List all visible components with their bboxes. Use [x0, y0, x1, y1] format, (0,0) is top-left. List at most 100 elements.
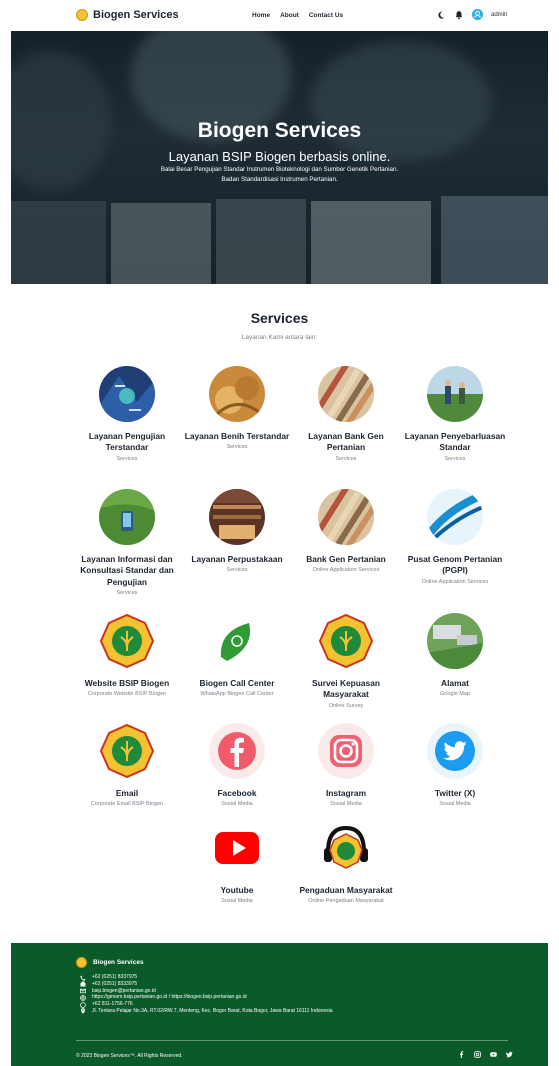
service-desc: Online Pengaduan Masyarakat	[308, 898, 384, 905]
nav-links: Home About Contact Us	[252, 12, 343, 19]
service-card-pengaduan[interactable]: Pengaduan Masyarakat Online Pengaduan Ma…	[291, 820, 401, 904]
location-icon	[81, 1008, 85, 1015]
instagram-icon[interactable]	[474, 1051, 481, 1058]
contact-text: +62 (0251) 8337975	[92, 974, 138, 980]
service-desc: WhatsApp Biogen Call Center	[200, 691, 274, 698]
contact-phone[interactable]: +62 (0251) 8337975	[80, 974, 350, 981]
service-desc: Services	[226, 567, 248, 574]
contact-whatsapp[interactable]: +62 811-1756-776	[80, 1001, 350, 1008]
service-name: Bank Gen Pertanian	[306, 554, 386, 564]
service-desc: Online Application Services	[421, 578, 489, 585]
facebook-icon	[209, 723, 265, 779]
service-desc: Online Survey	[328, 702, 364, 709]
contact-address[interactable]: Jl. Tentara Pelajar No.3A, RT.02/RW.7, M…	[80, 1008, 350, 1015]
contact-fax[interactable]: +62 (0251) 8333975	[80, 981, 350, 988]
service-name: Biogen Call Center	[199, 678, 275, 688]
service-name: Youtube	[220, 885, 254, 895]
user-icon[interactable]	[472, 9, 483, 20]
mail-icon	[80, 988, 86, 994]
nav-link-contact[interactable]: Contact Us	[309, 12, 343, 19]
contact-text: https://genom.bsip.pertanian.go.id / htt…	[92, 994, 247, 1001]
service-name: Pengaduan Masyarakat	[299, 885, 393, 895]
service-card-bank-gen[interactable]: Layanan Bank Gen Pertanian Services	[291, 366, 401, 462]
contact-text: +62 811-1756-776	[92, 1001, 133, 1008]
service-card-instagram[interactable]: Instagram Sosial Media	[291, 723, 401, 807]
service-name: Email	[115, 788, 139, 798]
service-card-facebook[interactable]: Facebook Sosial Media	[182, 723, 292, 807]
username[interactable]: admin	[491, 12, 507, 18]
service-name: Facebook	[217, 788, 257, 798]
service-desc: Services	[335, 455, 357, 462]
service-card-youtube[interactable]: Youtube Sosial Media	[182, 820, 292, 904]
footer-brand[interactable]: Biogen Services	[76, 957, 144, 968]
service-card-pengujian[interactable]: Layanan Pengujian Terstandar Services	[72, 366, 182, 462]
contact-email[interactable]: bsip.biogen@pertanian.go.id	[80, 988, 350, 995]
navbar: Biogen Services Home About Contact Us ad…	[0, 0, 559, 31]
service-desc: Online Application Services	[312, 567, 380, 574]
facebook-icon[interactable]	[458, 1051, 465, 1058]
hero-description-agency: Badan Standardisasi Instrumen Pertanian.	[221, 176, 338, 183]
phone-icon	[80, 975, 86, 981]
contact-text: bsip.biogen@pertanian.go.id	[92, 987, 156, 994]
nav-link-home[interactable]: Home	[252, 12, 270, 19]
footer-contacts: +62 (0251) 8337975 +62 (0251) 8333975 bs…	[80, 974, 350, 1015]
service-name: Website BSIP Biogen	[84, 678, 170, 688]
service-desc: Sosial Media	[221, 801, 253, 808]
service-card-penyebarluasan[interactable]: Layanan Penyebarluasan Standar Services	[400, 366, 510, 462]
service-card-email[interactable]: Email Corporate Email BSIP Biogen	[72, 723, 182, 807]
hero-subtitle: Layanan BSIP Biogen berbasis online.	[168, 149, 391, 164]
service-card-twitter[interactable]: Twitter (X) Sosial Media	[400, 723, 510, 807]
nav-actions: admin	[436, 9, 507, 20]
service-desc: Google Map	[440, 691, 470, 698]
contact-website[interactable]: https://genom.bsip.pertanian.go.id / htt…	[80, 994, 350, 1001]
service-desc: Corporate Website BSIP Biogen	[87, 691, 167, 698]
lab-photo-icon	[99, 366, 155, 422]
phone-field-photo-icon	[99, 489, 155, 545]
service-desc: Corporate Email BSIP Biogen	[90, 801, 164, 808]
footer-divider	[76, 1040, 508, 1041]
service-card-call-center[interactable]: Biogen Call Center WhatsApp Biogen Call …	[182, 613, 292, 697]
youtube-icon	[209, 820, 265, 876]
service-desc: Sosial Media	[330, 801, 362, 808]
service-card-website[interactable]: Website BSIP Biogen Corporate Website BS…	[72, 613, 182, 697]
moon-icon[interactable]	[436, 10, 446, 20]
emblem-logo-icon	[318, 613, 374, 669]
whatsapp-icon	[80, 1001, 86, 1008]
library-photo-icon	[209, 489, 265, 545]
footer-brand-name: Biogen Services	[93, 959, 144, 966]
globe-icon	[80, 995, 86, 1001]
service-desc: Sosial Media	[439, 801, 471, 808]
service-card-perpustakaan[interactable]: Layanan Perpustakaan Services	[182, 489, 292, 573]
seeds-photo-icon	[209, 366, 265, 422]
footer-social	[458, 1051, 513, 1058]
service-card-survei[interactable]: Survei Kepuasan Masyarakat Online Survey	[291, 613, 401, 709]
service-name: Instagram	[325, 788, 367, 798]
whatsapp-leaf-icon	[209, 613, 265, 669]
nav-link-about[interactable]: About	[280, 12, 299, 19]
headset-emblem-icon	[318, 820, 374, 876]
footer: Biogen Services +62 (0251) 8337975 +62 (…	[11, 943, 548, 1066]
bell-icon[interactable]	[454, 10, 464, 20]
service-card-pgpi[interactable]: Pusat Genom Pertanian (PGPI) Online Appl…	[400, 489, 510, 585]
services-subtitle: Layanan Kami antara lain:	[241, 334, 318, 341]
service-card-alamat[interactable]: Alamat Google Map	[400, 613, 510, 697]
service-name: Layanan Informasi dan Konsultasi Standar…	[80, 554, 174, 587]
service-card-benih[interactable]: Layanan Benih Terstandar Services	[182, 366, 292, 450]
service-card-bank-gen-app[interactable]: Bank Gen Pertanian Online Application Se…	[291, 489, 401, 573]
service-name: Alamat	[441, 678, 469, 688]
instagram-icon	[318, 723, 374, 779]
service-name: Pusat Genom Pertanian (PGPI)	[407, 554, 503, 576]
service-name: Layanan Penyebarluasan Standar	[404, 431, 506, 453]
service-card-informasi[interactable]: Layanan Informasi dan Konsultasi Standar…	[72, 489, 182, 596]
twitter-icon[interactable]	[506, 1051, 513, 1058]
youtube-icon[interactable]	[490, 1051, 497, 1058]
brand-logo-icon	[76, 9, 88, 21]
service-name: Layanan Perpustakaan	[191, 554, 283, 564]
grain-rows-photo-icon	[318, 489, 374, 545]
service-name: Survei Kepuasan Masyarakat	[312, 678, 380, 700]
hero-description: Balai Besar Pengujian Standar Instrumen …	[160, 166, 399, 173]
brand[interactable]: Biogen Services	[76, 9, 179, 21]
service-desc: Services	[116, 590, 138, 597]
emblem-logo-icon	[99, 723, 155, 779]
fax-icon	[80, 981, 86, 987]
